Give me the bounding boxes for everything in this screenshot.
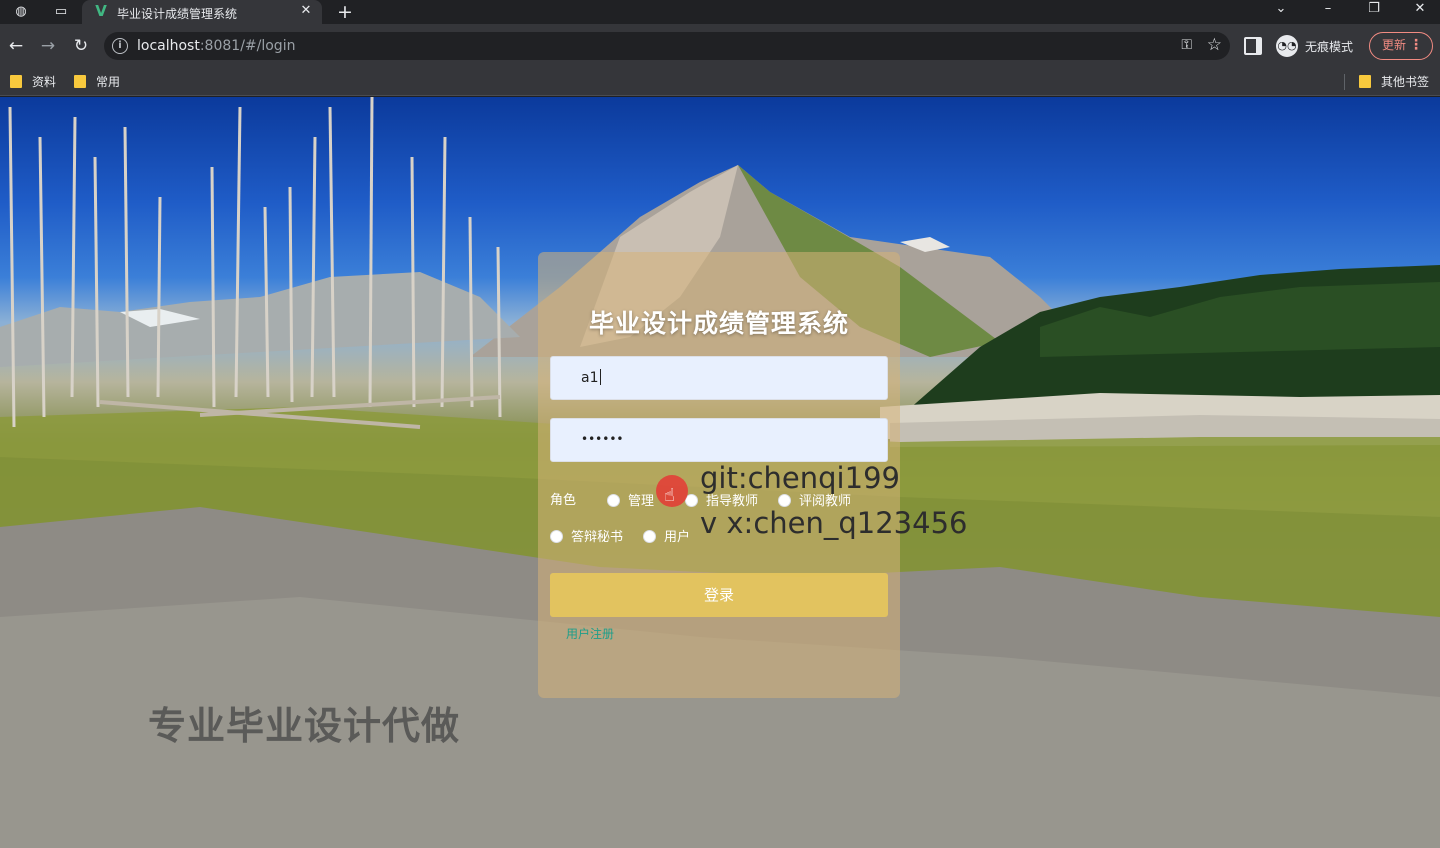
menu-dots-icon: ⋮ <box>1409 37 1423 53</box>
radio-icon <box>643 530 656 543</box>
username-input[interactable]: a1 <box>550 356 888 400</box>
register-link[interactable]: 用户注册 <box>566 625 614 642</box>
bookmark-divider <box>1344 74 1345 90</box>
watermark-ad: 专业毕业设计代做 <box>148 704 461 748</box>
tab-search-icon[interactable]: ▭ <box>52 3 70 21</box>
chevron-down-icon[interactable]: ⌄ <box>1258 0 1304 20</box>
window-close-button[interactable]: ✕ <box>1397 0 1440 20</box>
restore-button[interactable]: ❐ <box>1351 0 1397 20</box>
password-value: •••••• <box>581 432 624 446</box>
tab-active[interactable]: V 毕业设计成绩管理系统 ✕ <box>82 0 322 24</box>
page-title: 毕业设计成绩管理系统 <box>588 309 849 338</box>
role-radio-user[interactable]: 用户 <box>643 526 690 545</box>
address-bar[interactable]: i localhost:8081/#/login ⚿ ☆ <box>104 32 1230 60</box>
tab-title: 毕业设计成绩管理系统 <box>117 7 238 21</box>
password-input[interactable]: •••••• <box>550 418 888 462</box>
login-page: 毕业设计成绩管理系统 a1 •••••• 角色 管理 指导教师 评阅教师 答辩秘… <box>0 97 1440 848</box>
username-value: a1 <box>581 370 599 386</box>
bookmark-folder-0[interactable]: 资料 <box>10 72 56 92</box>
incognito-label: 无痕模式 <box>1305 40 1354 54</box>
side-panel-icon[interactable] <box>1244 37 1262 55</box>
radio-icon <box>550 530 563 543</box>
bookmarks-bar: 资料 常用 其他书签 <box>0 68 1440 96</box>
folder-icon <box>10 75 22 88</box>
globe-icon[interactable]: ◍ <box>12 3 30 21</box>
folder-icon <box>1359 75 1371 88</box>
folder-icon <box>74 75 86 88</box>
browser-toolbar: ← → ↻ i localhost:8081/#/login ⚿ ☆ ◔◔ 无痕… <box>0 24 1440 68</box>
watermark-git: git:chenqi199 <box>700 461 900 495</box>
other-bookmarks[interactable]: 其他书签 <box>1359 72 1429 92</box>
close-icon[interactable]: ✕ <box>298 3 314 19</box>
bookmark-folder-1[interactable]: 常用 <box>74 72 120 92</box>
minimize-button[interactable]: – <box>1305 0 1351 20</box>
role-radio-secretary[interactable]: 答辩秘书 <box>550 526 623 545</box>
url-text[interactable]: localhost:8081/#/login <box>137 38 295 54</box>
back-icon[interactable]: ← <box>4 34 28 58</box>
tab-strip: ◍ ▭ V 毕业设计成绩管理系统 ✕ + ⌄ – ❐ ✕ <box>0 0 1440 24</box>
key-icon[interactable]: ⚿ <box>1181 37 1192 53</box>
update-button[interactable]: 更新 ⋮ <box>1369 32 1433 60</box>
new-tab-button[interactable]: + <box>334 1 356 23</box>
vue-icon: V <box>95 2 107 20</box>
incognito-icon[interactable]: ◔◔ <box>1276 35 1298 57</box>
forward-icon[interactable]: → <box>36 34 60 58</box>
radio-icon <box>607 494 620 507</box>
hand-cursor-icon: ☝ <box>664 485 675 506</box>
login-button[interactable]: 登录 <box>550 573 888 617</box>
role-radio-admin[interactable]: 管理 <box>607 490 654 509</box>
watermark-vx: v x:chen_q123456 <box>700 506 968 540</box>
text-caret <box>599 369 601 385</box>
reload-icon[interactable]: ↻ <box>69 34 93 58</box>
star-icon[interactable]: ☆ <box>1207 35 1222 55</box>
info-icon[interactable]: i <box>112 38 128 54</box>
role-label: 角色 <box>550 493 577 508</box>
